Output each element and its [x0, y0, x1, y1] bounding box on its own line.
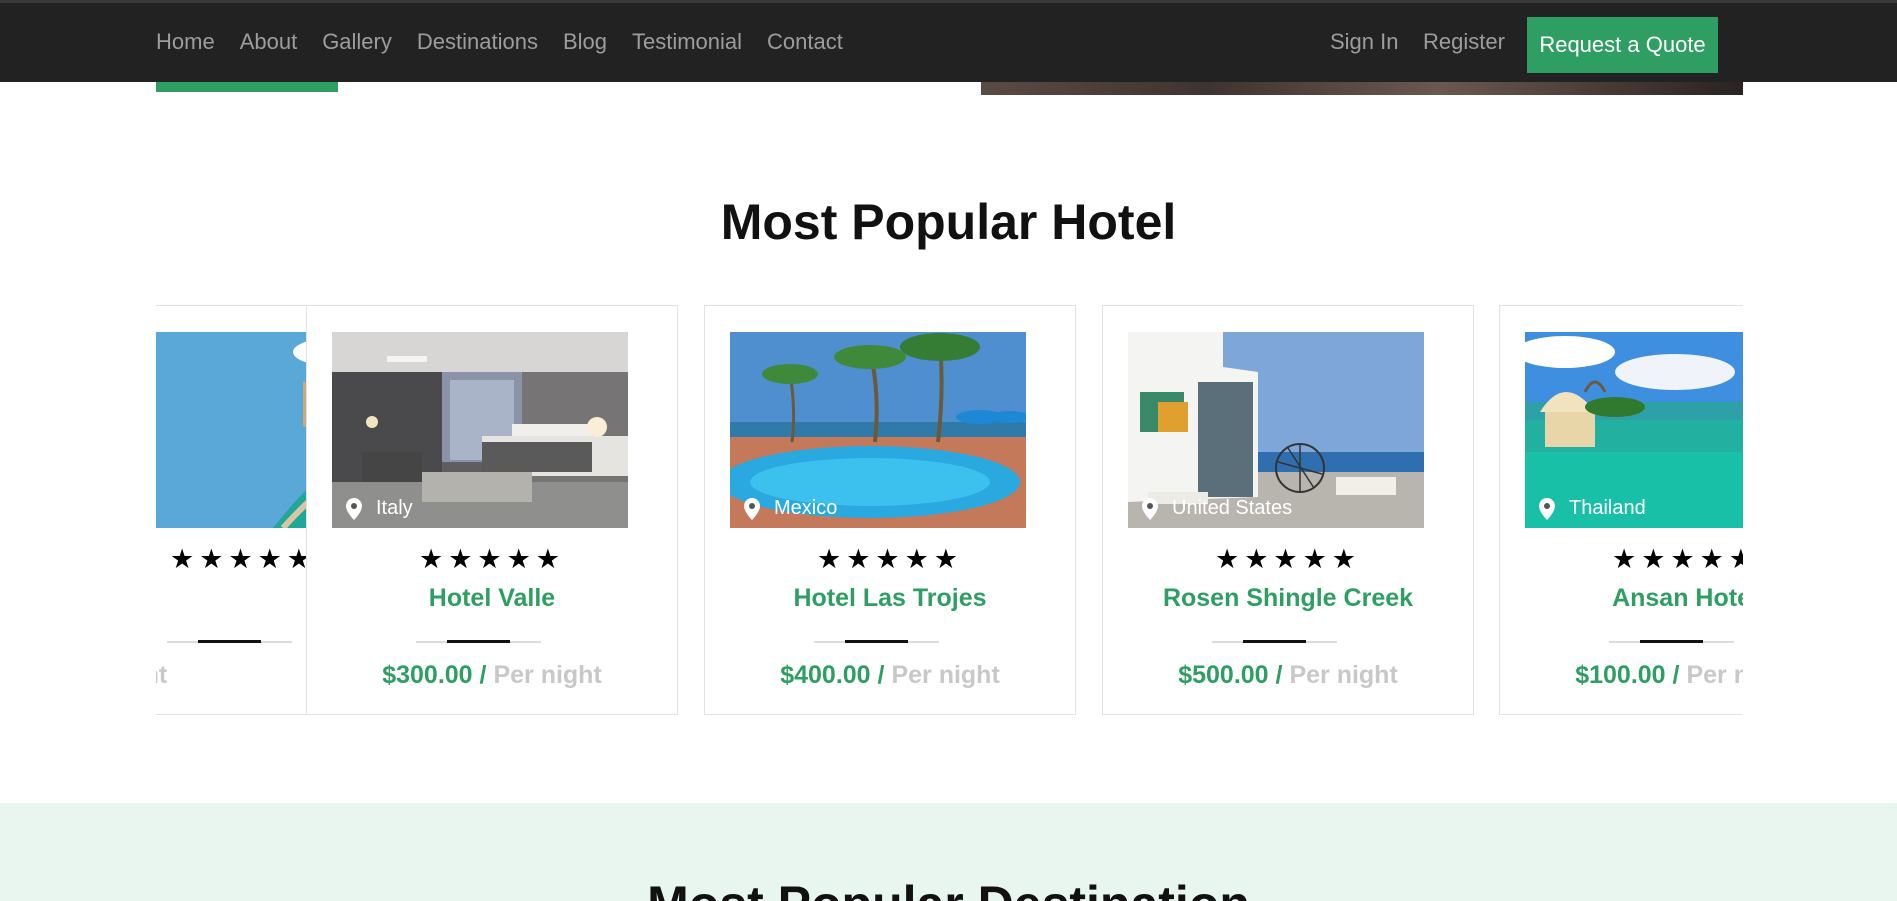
price-amount: $400.00 / — [780, 661, 885, 689]
hotel-name[interactable]: Rosen Shingle Creek — [1103, 584, 1473, 613]
map-pin-icon — [1142, 497, 1158, 520]
price-amount: $100.00 / — [1575, 661, 1680, 689]
hotel-location: Mexico — [744, 497, 837, 520]
hotel-price: $400.00 / Per night — [705, 661, 1075, 690]
nav-link-about[interactable]: About — [240, 29, 298, 55]
hotel-card[interactable]: United States ★★★★★ Rosen Shingle Creek … — [1102, 305, 1474, 715]
price-amount: $300.00 / — [382, 661, 487, 689]
location-label: Mexico — [774, 497, 838, 519]
hotel-photo: Mexico — [730, 332, 1026, 528]
hotel-photo: United States — [1128, 332, 1424, 528]
map-pin-icon — [744, 497, 760, 520]
hotel-location: United States — [1142, 497, 1292, 520]
hotel-location: Italy — [346, 497, 413, 520]
hotel-card[interactable]: Thailand ★★★★★ Ansan Hotel $100.00 / Per… — [1499, 305, 1743, 715]
nav-link-destinations[interactable]: Destinations — [417, 29, 538, 55]
request-quote-button[interactable]: Request a Quote — [1527, 17, 1718, 73]
nav-links: Home About Gallery Destinations Blog Tes… — [156, 29, 868, 55]
price-per-night: Per night — [1289, 661, 1398, 689]
hotel-price: Per night — [156, 661, 298, 690]
divider — [167, 640, 292, 643]
nav-link-home[interactable]: Home — [156, 29, 215, 55]
hotel-photo: Italy — [332, 332, 628, 528]
nav-link-gallery[interactable]: Gallery — [322, 29, 392, 55]
star-rating: ★★★★★ — [816, 544, 964, 574]
register-link[interactable]: Register — [1423, 29, 1505, 55]
nav-link-blog[interactable]: Blog — [563, 29, 607, 55]
star-rating: ★★★★★ — [1214, 544, 1362, 574]
location-label: Thailand — [1569, 497, 1646, 519]
star-rating: ★★★★★ — [1611, 544, 1743, 574]
hotel-card[interactable]: Mexico ★★★★★ Hotel Las Trojes $400.00 / … — [704, 305, 1076, 715]
location-label: United States — [1172, 497, 1293, 519]
destinations-section: Most Popular Destination — [0, 803, 1897, 901]
hotel-price: $100.00 / Per night — [1500, 661, 1743, 690]
divider — [1212, 640, 1337, 643]
section-title-hotels: Most Popular Hotel — [720, 194, 1177, 250]
map-pin-icon — [346, 497, 362, 520]
price-per-night: Per night — [891, 661, 1000, 689]
divider — [416, 640, 541, 643]
star-rating: ★★★★★ — [418, 544, 566, 574]
navbar: Home About Gallery Destinations Blog Tes… — [0, 0, 1897, 82]
sign-in-link[interactable]: Sign In — [1330, 29, 1399, 55]
section-title-destinations: Most Popular Destination — [0, 875, 1897, 901]
hero-button-remnant[interactable] — [156, 82, 338, 92]
hotel-location: Thailand — [1539, 497, 1646, 520]
map-pin-icon — [1539, 497, 1555, 520]
price-per-night: Per night — [156, 661, 168, 689]
price-per-night: Per night — [493, 661, 602, 689]
price-amount: $500.00 / — [1178, 661, 1283, 689]
hotel-name[interactable]: Ansan Hotel — [1500, 584, 1743, 613]
nav-link-testimonial[interactable]: Testimonial — [632, 29, 742, 55]
hotel-price: $500.00 / Per night — [1103, 661, 1473, 690]
hotel-name[interactable]: Hotel Las Trojes — [705, 584, 1075, 613]
hotel-photo: Thailand — [1525, 332, 1743, 528]
hero-image-remnant — [981, 82, 1743, 95]
divider — [814, 640, 939, 643]
nav-link-contact[interactable]: Contact — [767, 29, 843, 55]
price-per-night: Per night — [1686, 661, 1743, 689]
hotel-price: $300.00 / Per night — [307, 661, 677, 690]
hotel-name[interactable]: Hotel Valle — [307, 584, 677, 613]
hotel-carousel[interactable]: ★★★★★ Per night — [156, 305, 1743, 715]
divider — [1609, 640, 1734, 643]
location-label: Italy — [376, 497, 413, 519]
hotel-card[interactable]: Italy ★★★★★ Hotel Valle $300.00 / Per ni… — [306, 305, 678, 715]
